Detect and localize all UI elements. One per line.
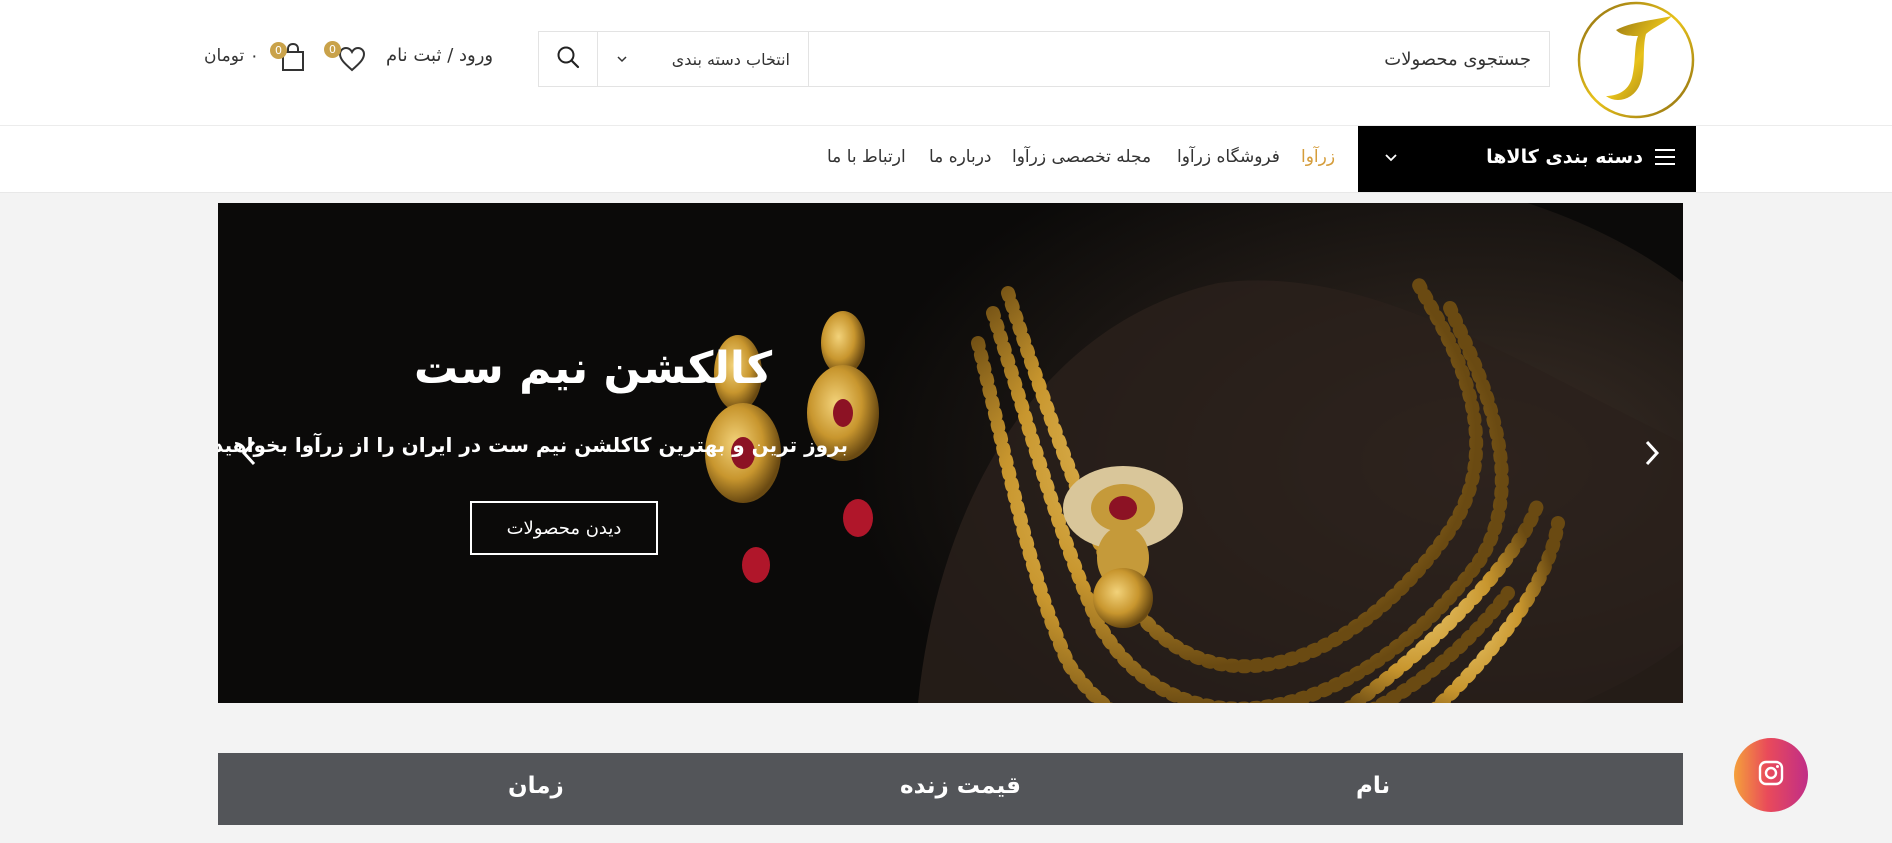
cart-count-badge: 0	[270, 42, 287, 59]
cart-button[interactable]: 0	[270, 42, 305, 72]
hero-slider: کالکشن نیم ست بروز ترین و بهترین کاکلشن …	[218, 203, 1683, 703]
chevron-down-icon	[1383, 150, 1399, 166]
login-register-link[interactable]: ورود / ثبت نام	[386, 45, 493, 66]
search-button[interactable]	[539, 32, 597, 86]
nav-link-zarava[interactable]: زرآوا	[1301, 147, 1335, 167]
category-menu-label: دسته بندی کالاها	[1486, 146, 1643, 168]
slider-prev-button[interactable]	[238, 438, 260, 468]
category-select[interactable]: انتخاب دسته بندی	[597, 32, 809, 86]
main-nav: دسته بندی کالاها زرآوا فروشگاه زرآوا مجل…	[0, 126, 1892, 193]
site-header: جستجوی محصولات انتخاب دسته بندی ورود / ث…	[0, 0, 1892, 126]
nav-link-shop[interactable]: فروشگاه زرآوا	[1177, 147, 1280, 167]
slide-title: کالکشن نیم ست	[413, 343, 773, 394]
view-products-button[interactable]: دیدن محصولات	[470, 501, 658, 555]
search-icon	[556, 45, 580, 73]
category-menu-button[interactable]: دسته بندی کالاها	[1358, 126, 1696, 192]
wishlist-button[interactable]: 0	[324, 41, 366, 72]
logo-icon[interactable]	[1576, 0, 1696, 120]
wishlist-count-badge: 0	[324, 41, 341, 58]
chevron-left-icon	[238, 440, 260, 472]
instagram-button[interactable]	[1734, 738, 1808, 812]
slider-next-button[interactable]	[1641, 438, 1663, 468]
column-header-name: نام	[1356, 773, 1391, 799]
nav-link-contact[interactable]: ارتباط با ما	[827, 147, 906, 167]
cart-icon	[281, 42, 305, 76]
cart-total: ۰ تومان	[204, 46, 259, 66]
chevron-down-icon	[616, 50, 628, 69]
live-price-table-header: نام قیمت زنده زمان	[218, 753, 1683, 825]
chevron-right-icon	[1641, 440, 1663, 472]
menu-icon	[1654, 148, 1676, 166]
column-header-time: زمان	[508, 773, 564, 799]
nav-link-about[interactable]: درباره ما	[929, 147, 992, 167]
search-bar: جستجوی محصولات انتخاب دسته بندی	[538, 31, 1550, 87]
category-select-label: انتخاب دسته بندی	[671, 49, 790, 69]
instagram-icon	[1757, 759, 1785, 791]
search-input[interactable]: جستجوی محصولات	[809, 32, 1549, 86]
column-header-live-price: قیمت زنده	[900, 773, 1021, 799]
slide-subtitle: بروز ترین و بهترین کاکلشن نیم ست در ایرا…	[218, 433, 848, 457]
nav-link-magazine[interactable]: مجله تخصصی زرآوا	[1012, 147, 1151, 167]
